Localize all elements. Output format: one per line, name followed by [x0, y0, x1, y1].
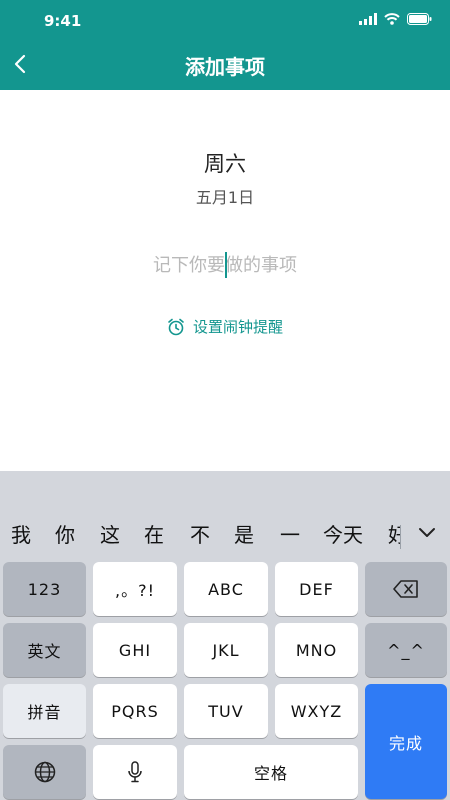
microphone-icon [128, 761, 142, 783]
backspace-icon [393, 580, 418, 598]
delete-button[interactable] [365, 562, 447, 616]
signal-icon [359, 13, 377, 25]
candidate-word[interactable]: 这 [100, 519, 120, 548]
key-def[interactable]: DEF [275, 562, 358, 616]
key-mno[interactable]: MNO [275, 623, 358, 677]
date-label: 五月1日 [195, 188, 255, 207]
key-ghi[interactable]: GHI [93, 623, 177, 677]
key-emoticon[interactable]: ^_^ [365, 623, 447, 677]
key-123[interactable]: 123 [3, 562, 86, 616]
key-pqrs[interactable]: PQRS [93, 684, 177, 738]
language-switch-button[interactable] [3, 745, 86, 799]
key-punctuation[interactable]: ,。?! [93, 562, 177, 616]
status-time: 9:41 [44, 12, 82, 30]
key-wxyz[interactable]: WXYZ [275, 684, 358, 738]
key-pinyin[interactable]: 拼音 [3, 684, 86, 738]
candidate-word[interactable]: 我 [11, 519, 31, 548]
battery-icon [407, 13, 432, 25]
status-icons [359, 13, 432, 25]
chevron-down-icon [419, 527, 435, 537]
candidate-word[interactable]: 在 [144, 519, 164, 548]
alarm-clock-icon [168, 318, 184, 335]
app-header: 9:41 添加事项 [0, 0, 450, 90]
page-title: 添加事项 [185, 55, 265, 79]
wifi-icon [384, 13, 400, 25]
done-button[interactable]: 完成 [365, 684, 447, 799]
candidate-word[interactable]: 你 [55, 519, 75, 548]
text-caret [225, 252, 227, 278]
candidate-divider [400, 525, 401, 549]
globe-icon [34, 761, 55, 783]
set-alarm-label: 设置闹钟提醒 [192, 318, 283, 336]
candidate-word[interactable]: 今天 [323, 519, 363, 548]
keyboard: 我 你 这 在 不 是 一 今天 好 123 ,。?! ABC DEF 英文 G… [0, 471, 450, 800]
voice-input-button[interactable] [93, 745, 177, 799]
candidate-list: 我 你 这 在 不 是 一 今天 好 [0, 519, 400, 549]
key-abc[interactable]: ABC [184, 562, 268, 616]
set-alarm-button[interactable]: 设置闹钟提醒 [0, 316, 450, 337]
key-jkl[interactable]: JKL [184, 623, 268, 677]
candidate-word[interactable]: 好 [388, 519, 400, 548]
candidate-word[interactable]: 是 [234, 519, 254, 548]
key-tuv[interactable]: TUV [184, 684, 268, 738]
weekday-label: 周六 [204, 152, 246, 176]
space-key[interactable]: 空格 [184, 745, 358, 799]
key-english[interactable]: 英文 [3, 623, 86, 677]
candidate-bar: 我 你 这 在 不 是 一 今天 好 [0, 471, 450, 557]
candidate-word[interactable]: 不 [190, 519, 210, 548]
expand-candidates-button[interactable] [414, 521, 440, 543]
candidate-word[interactable]: 一 [280, 519, 300, 548]
